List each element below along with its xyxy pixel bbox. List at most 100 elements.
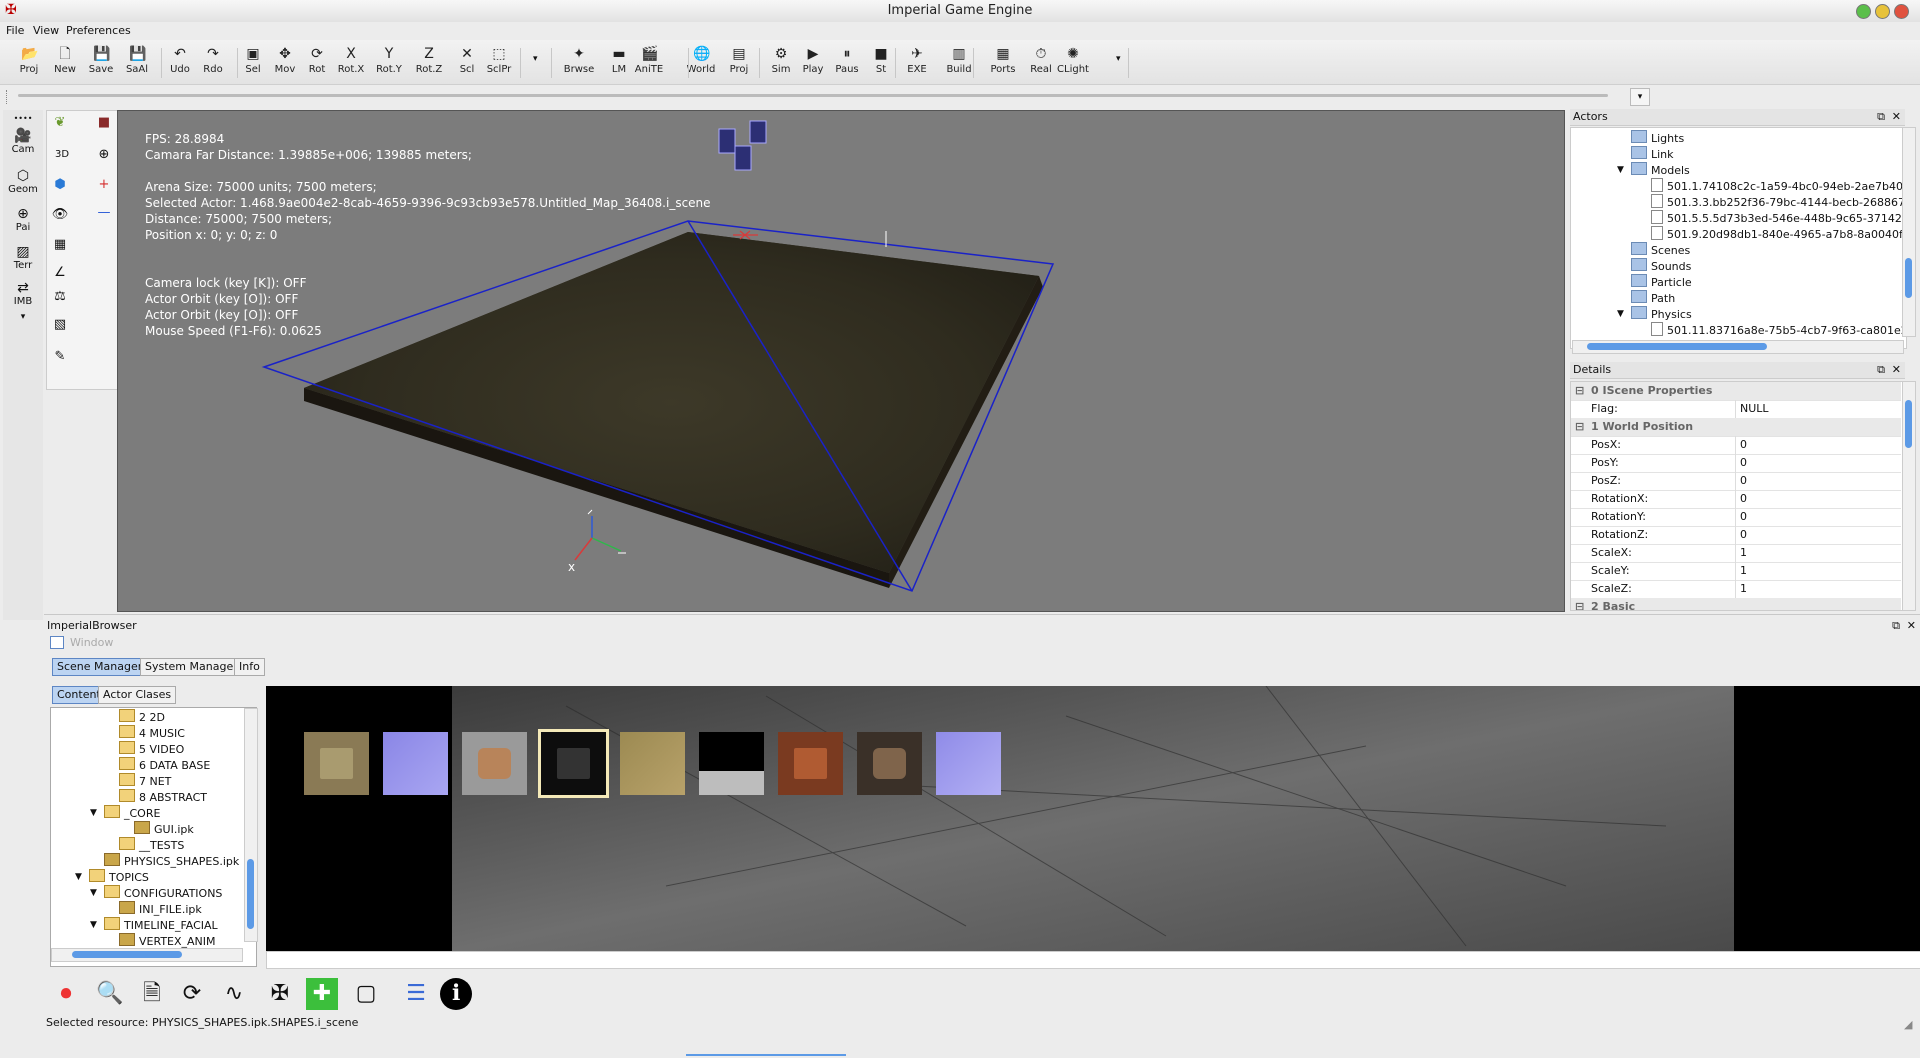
close-icon[interactable]: ✕ <box>1892 362 1901 378</box>
collapse-icon[interactable]: ⊟ <box>1575 418 1584 436</box>
details-section[interactable]: ⊟ 2 Basic <box>1571 598 1901 610</box>
close-button[interactable] <box>1894 4 1909 19</box>
frame-icon[interactable]: ▢ <box>350 978 382 1010</box>
toolbar-button-clight[interactable]: ✺ CLight <box>1054 46 1092 82</box>
tab-system-manager[interactable]: System Manager <box>140 658 243 676</box>
magnifier-icon[interactable]: 🔍 <box>94 978 126 1010</box>
window-checkbox-icon[interactable] <box>50 636 64 649</box>
toolbar-button-rot-y[interactable]: Y Rot.Y <box>370 46 408 82</box>
view-mode-select[interactable]: 3D <box>49 145 75 165</box>
toolbar-overflow-button[interactable]: ▾ <box>533 54 538 64</box>
cube-icon[interactable]: ⬢ <box>49 175 71 195</box>
balance-icon[interactable]: ⚖ <box>49 287 71 307</box>
restore-icon[interactable]: ⧉ <box>1877 362 1885 378</box>
left-tool-cam[interactable]: 🎥 Cam <box>3 128 43 155</box>
toolbar-button-new[interactable]: 🗋 New <box>46 46 84 82</box>
collapse-icon[interactable]: ⊟ <box>1575 598 1584 610</box>
tab-info[interactable]: Info <box>234 658 265 676</box>
timeline-grip[interactable] <box>6 90 13 104</box>
filetree-vscroll[interactable] <box>244 708 258 942</box>
expand-arrow-icon[interactable]: ▼ <box>1617 162 1624 178</box>
details-value-field[interactable]: 0 <box>1735 436 1747 454</box>
refresh-icon[interactable]: ⟳ <box>176 978 208 1010</box>
stop-record-icon[interactable]: ⏺ <box>50 978 82 1010</box>
details-value-field[interactable]: 0 <box>1735 454 1747 472</box>
file-tree-item[interactable]: ▼ CONFIGURATIONS <box>90 885 222 901</box>
toolbar-button-sclpr[interactable]: ⬚ SclPr <box>480 46 518 82</box>
timeline-dropdown[interactable]: ▾ <box>1630 88 1650 106</box>
file-tree-item[interactable]: __TESTS <box>119 837 184 853</box>
subtab-actor-clases[interactable]: Actor Clases <box>98 686 177 704</box>
toolbar-button-exe[interactable]: ✈ EXE <box>898 46 936 82</box>
line-icon[interactable]: — <box>93 203 115 223</box>
toolbar-button-paus[interactable]: ⏸ Paus <box>828 46 866 82</box>
toolbar-button-ports[interactable]: ▦ Ports <box>984 46 1022 82</box>
left-tool-pai[interactable]: ⊕ Pai <box>3 206 43 233</box>
thumb-barrel[interactable] <box>462 732 527 795</box>
toolbar-button-save[interactable]: 💾 Save <box>82 46 120 82</box>
menu-preferences[interactable]: Preferences <box>66 24 131 37</box>
file-tree-item[interactable]: 4 MUSIC <box>119 725 185 741</box>
actors-vscroll[interactable] <box>1902 127 1916 337</box>
details-value-field[interactable]: 1 <box>1735 544 1747 562</box>
toolbar-button-saal[interactable]: 💾 SaAl <box>118 46 156 82</box>
toolbar-button-proj[interactable]: ▤ Proj <box>720 46 758 82</box>
thumb-grass[interactable] <box>620 732 685 795</box>
toolbar-button-brwse[interactable]: ✦ Brwse <box>560 46 598 82</box>
actor-tree-item[interactable]: 501.1.74108c2c-1a59-4bc0-94eb-2ae7b40602… <box>1651 178 1906 194</box>
target-icon[interactable]: ⊕ <box>93 145 115 165</box>
thumb-normal-map[interactable] <box>383 732 448 795</box>
toolbar-button-rdo[interactable]: ↷ Rdo <box>194 46 232 82</box>
add-icon[interactable]: ✚ <box>306 978 338 1010</box>
left-strip-more-button[interactable]: ▾ <box>3 312 43 322</box>
resize-grip[interactable]: ◢ <box>1904 1018 1912 1031</box>
thumbnail-browser[interactable] <box>266 686 1920 951</box>
file-tree-item[interactable]: INI_FILE.ipk <box>119 901 202 917</box>
actor-tree-item[interactable]: Sounds <box>1631 258 1691 274</box>
minimize-button[interactable] <box>1856 4 1871 19</box>
details-value-field[interactable]: 1 <box>1735 562 1747 580</box>
actor-tree-item[interactable]: Particle <box>1631 274 1692 290</box>
actor-tree-item[interactable]: Path <box>1631 290 1675 306</box>
actor-tree-item[interactable]: ▼ Physics <box>1617 306 1692 322</box>
file-tree-item[interactable]: 8 ABSTRACT <box>119 789 207 805</box>
details-value-field[interactable]: 0 <box>1735 490 1747 508</box>
toolbar-button-proj[interactable]: 📂 Proj <box>10 46 48 82</box>
left-tool-imb[interactable]: ⇄ IMB <box>3 280 43 307</box>
file-tree-item[interactable]: 5 VIDEO <box>119 741 184 757</box>
toolbar-button-play[interactable]: ▶ Play <box>794 46 832 82</box>
crosshair-icon[interactable]: + <box>93 175 115 195</box>
actor-tree-item[interactable]: Link <box>1631 146 1674 162</box>
restore-icon[interactable]: ⧉ <box>1892 619 1900 633</box>
thumb-normal-tiles[interactable] <box>936 732 1001 795</box>
actor-tree-item[interactable]: 501.9.20d98db1-840e-4965-a7b8-8a0040fea6… <box>1651 226 1906 242</box>
left-strip-grip[interactable]: •••• <box>3 114 43 123</box>
expand-arrow-icon[interactable]: ▼ <box>75 869 82 885</box>
file-tree-item[interactable]: ▼ TIMELINE_FACIAL <box>90 917 218 933</box>
actor-tree-item[interactable]: 501.3.3.bb252f36-79bc-4144-becb-268867c7… <box>1651 194 1906 210</box>
menu-file[interactable]: File <box>6 24 24 37</box>
details-section[interactable]: ⊟ 0 IScene Properties <box>1571 382 1901 401</box>
details-value-field[interactable]: 0 <box>1735 508 1747 526</box>
visibility-icon[interactable]: 👁 <box>49 205 71 225</box>
toolbar-button-anite[interactable]: 🎬 AniTE <box>630 46 668 82</box>
actor-tree-item[interactable]: Scenes <box>1631 242 1690 258</box>
brush-icon[interactable]: ✎ <box>49 347 71 367</box>
record-icon[interactable]: ■ <box>93 113 115 133</box>
left-tool-geom[interactable]: ⬡ Geom <box>3 168 43 195</box>
toolbar-button-rot[interactable]: ⟳ Rot <box>298 46 336 82</box>
file-tree-item[interactable]: VERTEX_ANIM <box>119 933 216 949</box>
file-tree-item[interactable]: ▼ TOPICS <box>75 869 149 885</box>
actors-hscroll[interactable] <box>1572 340 1904 354</box>
thumb-black-white[interactable] <box>699 732 764 795</box>
close-icon[interactable]: ✕ <box>1892 109 1901 125</box>
actor-tree-item[interactable]: 501.11.83716a8e-75b5-4cb7-9f63-ca801e213… <box>1651 322 1906 338</box>
restore-icon[interactable]: ⧉ <box>1877 109 1885 125</box>
document-icon[interactable]: 🗎 <box>136 978 168 1010</box>
close-icon[interactable]: ✕ <box>1907 619 1916 632</box>
leaf-icon[interactable]: ❦ <box>49 113 71 133</box>
tab-scene-manager[interactable]: Scene Manager <box>52 658 148 676</box>
actor-tree-item[interactable]: 501.5.5.5d73b3ed-546e-448b-9c65-37142e9f… <box>1651 210 1906 226</box>
timeline-slider[interactable] <box>18 94 1608 97</box>
collapse-icon[interactable]: ⊟ <box>1575 382 1584 400</box>
